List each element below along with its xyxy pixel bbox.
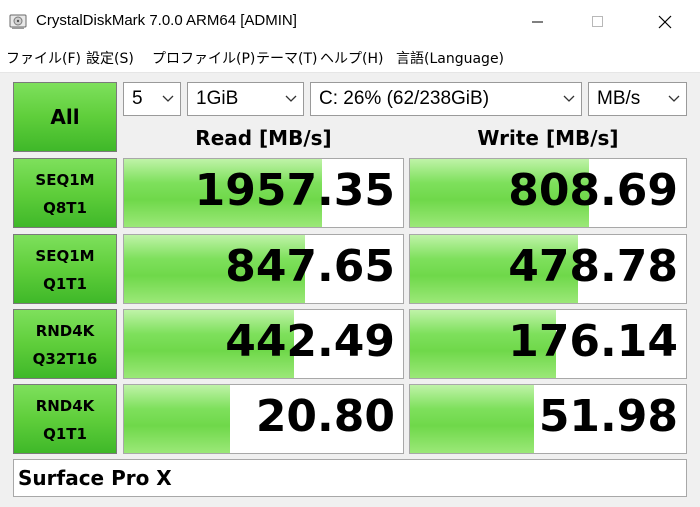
test-name: RND4K <box>35 397 95 415</box>
test-button-rnd4k-q1t1[interactable]: RND4K Q1T1 <box>13 384 117 454</box>
test-button-rnd4k-q32t16[interactable]: RND4K Q32T16 <box>13 309 117 379</box>
write-value: 478.78 <box>508 241 678 292</box>
write-result-cell: 176.14 <box>409 309 687 379</box>
read-result-cell: 847.65 <box>123 234 404 304</box>
maximize-icon <box>592 16 603 27</box>
menu-help[interactable]: ヘルプ(H) <box>320 48 383 68</box>
unit-value: MB/s <box>597 88 641 109</box>
read-value: 1957.35 <box>194 165 395 216</box>
test-params: Q1T1 <box>43 275 87 293</box>
read-result-cell: 20.80 <box>123 384 404 454</box>
read-result-cell: 442.49 <box>123 309 404 379</box>
write-result-cell: 478.78 <box>409 234 687 304</box>
write-column-header: Write [MB/s] <box>477 126 619 150</box>
menu-file[interactable]: ファイル(F) <box>6 48 81 68</box>
chevron-down-icon <box>563 95 575 102</box>
test-name: SEQ1M <box>35 171 95 189</box>
read-value: 442.49 <box>225 316 395 367</box>
test-name: RND4K <box>35 322 95 340</box>
test-size-value: 1GiB <box>196 88 239 109</box>
read-progress-bar <box>124 385 231 453</box>
drive-select[interactable]: C: 26% (62/238GiB) <box>310 82 582 116</box>
maximize-button[interactable] <box>575 0 621 44</box>
minimize-icon <box>532 21 543 23</box>
test-params: Q1T1 <box>43 425 87 443</box>
menu-settings[interactable]: 設定(S) <box>86 48 134 68</box>
minimize-button[interactable] <box>515 0 561 44</box>
menu-language[interactable]: 言語(Language) <box>396 48 504 68</box>
run-all-button[interactable]: All <box>13 82 117 152</box>
comment-text: Surface Pro X <box>18 466 172 490</box>
write-progress-bar <box>410 385 535 453</box>
chevron-down-icon <box>162 95 174 102</box>
write-result-cell: 51.98 <box>409 384 687 454</box>
test-name: SEQ1M <box>35 247 95 265</box>
close-icon <box>658 15 672 29</box>
test-count-value: 5 <box>132 88 143 109</box>
test-size-select[interactable]: 1GiB <box>187 82 304 116</box>
test-params: Q32T16 <box>32 350 98 368</box>
menu-theme[interactable]: テーマ(T) <box>256 48 317 68</box>
chevron-down-icon <box>668 95 680 102</box>
chevron-down-icon <box>285 95 297 102</box>
read-value: 20.80 <box>255 391 395 442</box>
test-button-seq1m-q8t1[interactable]: SEQ1M Q8T1 <box>13 158 117 228</box>
drive-value: C: 26% (62/238GiB) <box>319 88 490 109</box>
write-result-cell: 808.69 <box>409 158 687 228</box>
test-params: Q8T1 <box>43 199 87 217</box>
title-bar: CrystalDiskMark 7.0.0 ARM64 [ADMIN] <box>0 0 700 44</box>
write-value: 51.98 <box>538 391 678 442</box>
write-value: 176.14 <box>508 316 678 367</box>
comment-field[interactable]: Surface Pro X <box>13 459 687 497</box>
unit-select[interactable]: MB/s <box>588 82 687 116</box>
crystaldiskmark-app-icon <box>9 14 27 29</box>
read-column-header: Read [MB/s] <box>195 126 332 150</box>
test-button-seq1m-q1t1[interactable]: SEQ1M Q1T1 <box>13 234 117 304</box>
read-result-cell: 1957.35 <box>123 158 404 228</box>
menu-profile[interactable]: プロファイル(P) <box>152 48 255 68</box>
read-value: 847.65 <box>225 241 395 292</box>
window-title: CrystalDiskMark 7.0.0 ARM64 [ADMIN] <box>36 12 297 29</box>
close-button[interactable] <box>642 0 688 44</box>
menu-bar: ファイル(F) 設定(S) プロファイル(P) テーマ(T) ヘルプ(H) 言語… <box>0 44 700 72</box>
test-count-select[interactable]: 5 <box>123 82 181 116</box>
write-value: 808.69 <box>508 165 678 216</box>
